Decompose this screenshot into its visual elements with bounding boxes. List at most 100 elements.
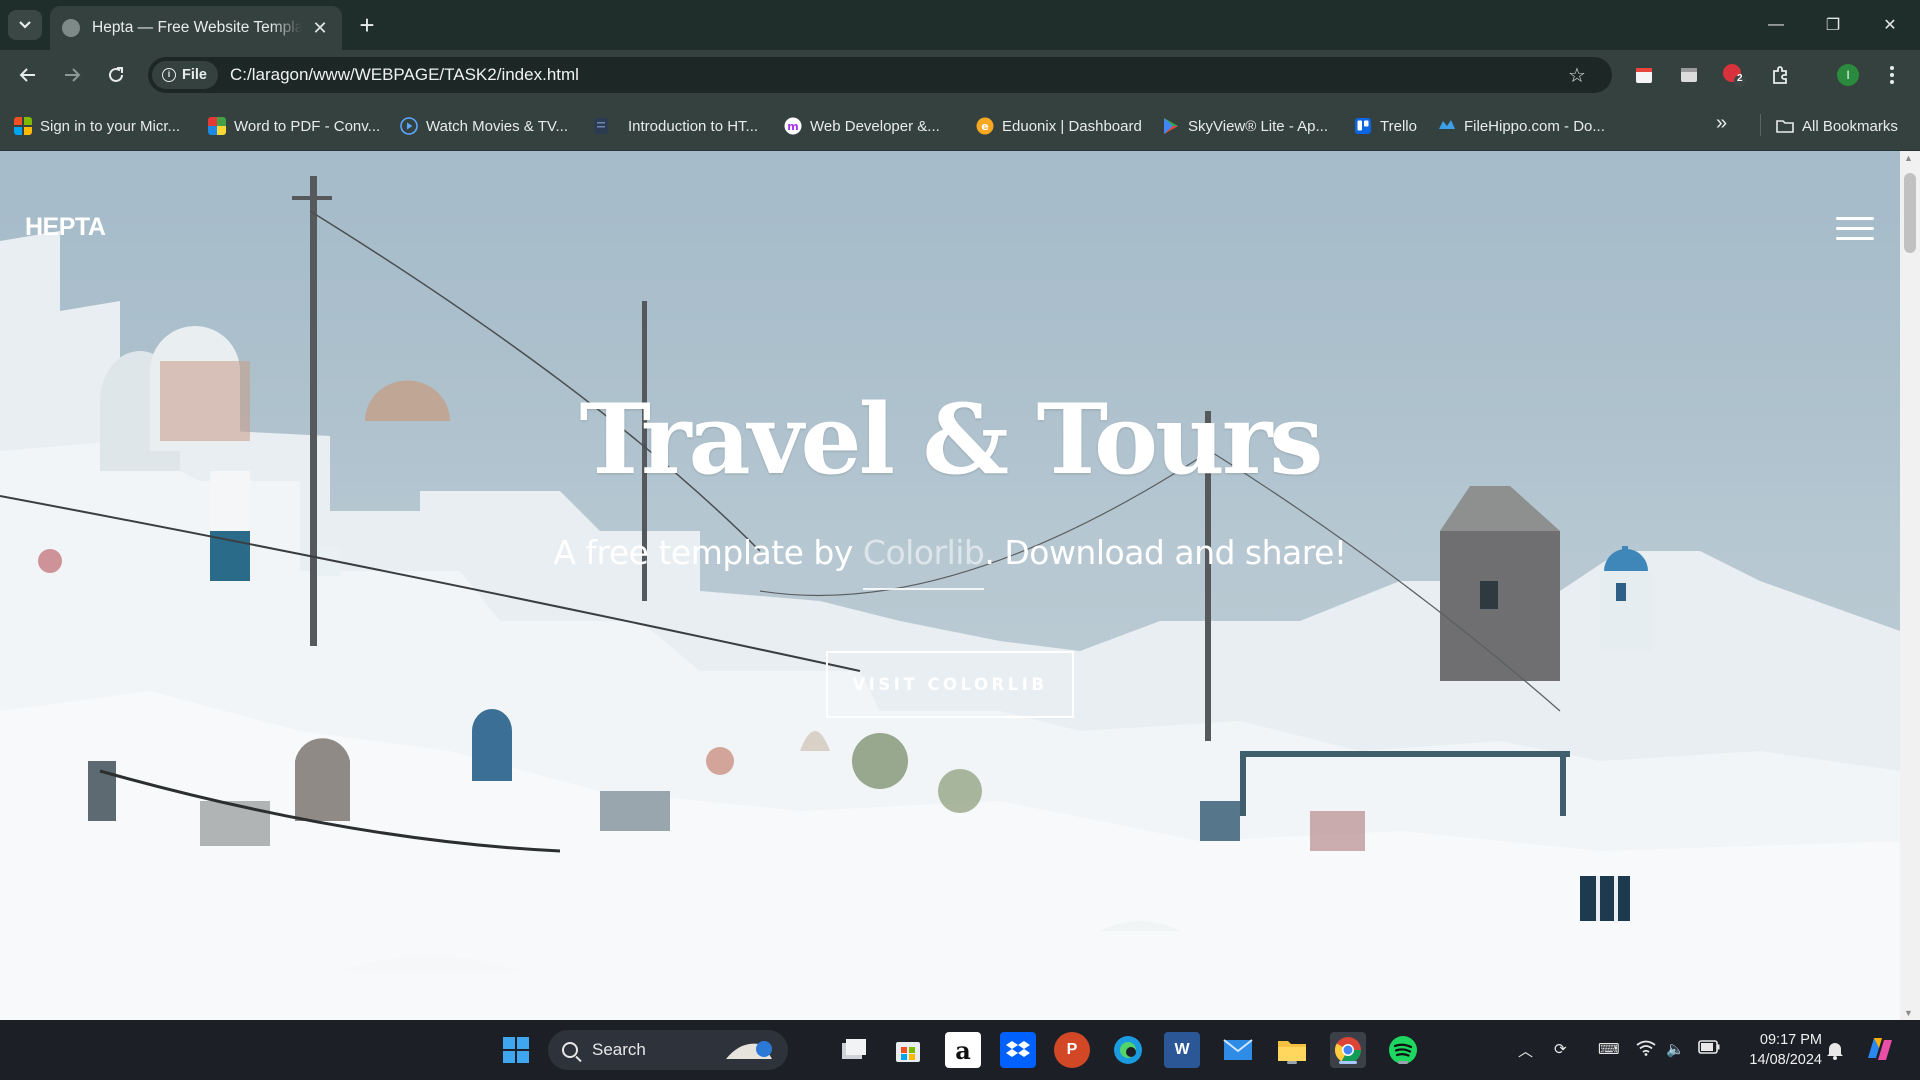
bookmarks-divider [1760, 114, 1761, 136]
bookmark-item[interactable]: SkyView® Lite - Ap... [1162, 115, 1328, 137]
minimize-button[interactable]: — [1748, 0, 1804, 50]
close-window-button[interactable]: ✕ [1862, 0, 1918, 50]
bookmark-item[interactable]: m Web Developer &... [784, 115, 940, 137]
url-text[interactable]: C:/laragon/www/WEBPAGE/TASK2/index.html [230, 65, 579, 85]
scroll-down-arrow-icon[interactable]: ▼ [1904, 1008, 1913, 1018]
hero-title: Travel & Tours [579, 383, 1324, 496]
search-icon [562, 1042, 578, 1058]
back-button[interactable] [12, 59, 44, 91]
mail-icon[interactable] [1220, 1032, 1256, 1068]
chrome-icon[interactable] [1330, 1032, 1366, 1068]
colorlib-link[interactable]: Colorlib [863, 533, 985, 572]
clock-time: 09:17 PM [1759, 1032, 1822, 1048]
bookmark-label: Word to PDF - Conv... [234, 117, 381, 135]
browser-toolbar: i File C:/laragon/www/WEBPAGE/TASK2/inde… [0, 50, 1920, 100]
battery-icon[interactable] [1698, 1040, 1720, 1058]
bookmark-item[interactable]: Sign in to your Micr... [14, 115, 180, 137]
google-play-icon [1164, 118, 1178, 134]
taskbar-search-box[interactable]: Search [548, 1030, 788, 1070]
active-tab[interactable]: Hepta — Free Website Template by Colorli… [50, 6, 342, 50]
bookmark-item[interactable]: Trello [1354, 115, 1417, 137]
chevron-down-icon [19, 21, 31, 29]
taskbar-search-label: Search [592, 1040, 646, 1059]
udemy-icon: m [784, 117, 802, 135]
reload-icon [109, 67, 123, 82]
volume-icon[interactable]: 🔈 [1666, 1040, 1685, 1058]
copilot-icon[interactable] [1864, 1034, 1896, 1068]
play-icon [400, 117, 418, 135]
close-tab-icon[interactable]: ✕ [310, 18, 330, 39]
bookmark-label: FileHippo.com - Do... [1464, 117, 1605, 135]
site-info-chip[interactable]: i File [152, 61, 218, 89]
visit-colorlib-button[interactable]: VISIT COLORLIB [826, 651, 1074, 718]
notification-bell-icon[interactable] [1826, 1040, 1844, 1064]
bookmarks-bar: Sign in to your Micr... Word to PDF - Co… [0, 100, 1920, 151]
address-bar[interactable]: i File C:/laragon/www/WEBPAGE/TASK2/inde… [148, 57, 1612, 93]
windows-start-icon[interactable] [498, 1032, 534, 1068]
all-bookmarks-button[interactable]: All Bookmarks [1776, 115, 1898, 137]
system-clock[interactable]: 09:17 PM 14/08/2024 [1732, 1030, 1822, 1070]
profile-avatar[interactable]: I [1834, 61, 1862, 89]
arrow-right-icon [65, 68, 81, 82]
sync-icon[interactable]: ⟳ [1554, 1040, 1567, 1058]
info-icon: i [162, 68, 176, 82]
site-logo[interactable]: HEPTA [25, 213, 106, 242]
show-hidden-icons-chevron-icon[interactable]: ︿ [1518, 1040, 1533, 1061]
reload-button[interactable] [100, 59, 132, 91]
page-scrollbar[interactable]: ▲ ▼ [1900, 151, 1920, 1020]
bookmark-star-icon[interactable]: ☆ [1568, 63, 1586, 88]
bookmark-label: Trello [1380, 117, 1417, 135]
extensions-puzzle-icon[interactable] [1766, 61, 1794, 89]
bookmark-item[interactable]: Word to PDF - Conv... [208, 115, 380, 137]
bookmark-item[interactable]: Introduction to HT... [592, 115, 758, 137]
windows-taskbar: Search a P W ︿ ⟳ ⌨ 🔈 09:17 PM 14/08/2024 [0, 1020, 1920, 1080]
bookmark-label: Eduonix | Dashboard [1002, 117, 1142, 135]
forward-button[interactable] [56, 59, 88, 91]
tab-strip: Hepta — Free Website Template by Colorli… [0, 0, 1920, 50]
powerpoint-icon[interactable]: P [1054, 1032, 1090, 1068]
hero-subtitle: A free template by Colorlib. Download an… [0, 533, 1900, 572]
hamburger-menu-icon[interactable] [1836, 217, 1874, 241]
kebab-menu-icon[interactable] [1878, 61, 1906, 89]
running-indicator [1339, 1061, 1357, 1064]
ilovepdf-icon [208, 117, 226, 135]
word-icon[interactable]: W [1164, 1032, 1200, 1068]
clock-date: 14/08/2024 [1749, 1052, 1822, 1068]
new-tab-button[interactable]: + [352, 10, 382, 40]
arrow-left-icon [19, 68, 35, 82]
site-chip-label: File [182, 67, 207, 83]
wifi-icon[interactable] [1636, 1040, 1656, 1060]
filehippo-icon [1439, 120, 1455, 129]
dropbox-icon[interactable] [1000, 1032, 1036, 1068]
svg-text:e: e [981, 120, 988, 133]
spotify-icon[interactable] [1385, 1032, 1421, 1068]
task-view-icon[interactable] [836, 1032, 872, 1068]
scroll-up-arrow-icon[interactable]: ▲ [1904, 153, 1913, 163]
extension-window-icon[interactable] [1675, 61, 1703, 89]
more-bookmarks-button[interactable]: » [1716, 112, 1727, 135]
bookmark-item[interactable]: Watch Movies & TV... [400, 115, 568, 137]
extension-calendar-icon[interactable] [1630, 61, 1658, 89]
amazon-icon[interactable]: a [945, 1032, 981, 1068]
extension-adblock-icon[interactable]: 2 [1720, 61, 1748, 89]
keyboard-icon[interactable]: ⌨ [1598, 1040, 1620, 1058]
file-explorer-icon[interactable] [1274, 1032, 1310, 1068]
bookmark-label: Watch Movies & TV... [426, 117, 568, 135]
bookmark-item[interactable]: e Eduonix | Dashboard [976, 115, 1142, 137]
doc-icon [594, 118, 608, 134]
search-highlight-icon [726, 1041, 772, 1059]
hero-background-image [0, 176, 1900, 1020]
microsoft-store-icon[interactable] [890, 1032, 926, 1068]
tab-search-button[interactable] [8, 10, 42, 40]
scrollbar-thumb[interactable] [1904, 173, 1916, 253]
tab-title: Hepta — Free Website Template by Colorli… [92, 19, 302, 36]
bookmark-label: Introduction to HT... [628, 117, 759, 135]
running-indicator [1398, 1061, 1408, 1064]
hero-subtitle-text: A free template by [553, 533, 863, 572]
page-viewport: HEPTA Travel & Tours A free template by … [0, 151, 1900, 1020]
restore-button[interactable]: ❐ [1805, 0, 1861, 50]
bookmark-label: Sign in to your Micr... [40, 117, 181, 135]
bookmark-item[interactable]: FileHippo.com - Do... [1438, 115, 1605, 137]
edge-icon[interactable] [1110, 1032, 1146, 1068]
globe-icon [62, 19, 80, 37]
